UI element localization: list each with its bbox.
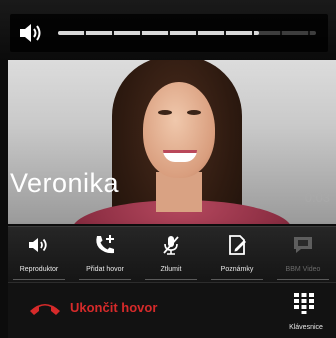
call-timer: 0:03 bbox=[304, 190, 330, 205]
caller-name-band bbox=[8, 220, 336, 224]
keypad-button[interactable]: Klávesnice bbox=[276, 283, 336, 338]
control-separator bbox=[211, 279, 263, 280]
volume-overlay bbox=[10, 14, 328, 52]
add-call-icon bbox=[96, 235, 114, 254]
caller-photo-neck bbox=[156, 172, 202, 212]
end-call-button[interactable]: Ukončit hovor bbox=[28, 293, 248, 323]
bottom-action-bar: Ukončit hovor Klávesnice bbox=[8, 282, 336, 338]
add-call-button[interactable]: Přidat hovor bbox=[74, 227, 136, 283]
volume-slider-fill bbox=[58, 31, 260, 35]
keypad-label: Klávesnice bbox=[289, 324, 323, 331]
volume-slider[interactable] bbox=[58, 31, 316, 35]
add-call-label: Přidat hovor bbox=[86, 266, 124, 273]
caller-name: Veronika bbox=[10, 168, 120, 198]
speaker-volume-icon bbox=[20, 24, 41, 42]
bbm-video-label: BBM Video bbox=[285, 266, 321, 273]
end-call-label: Ukončit hovor bbox=[70, 300, 158, 315]
mute-button[interactable]: Ztlumit bbox=[140, 227, 202, 283]
control-separator bbox=[277, 279, 329, 280]
control-separator bbox=[145, 279, 197, 280]
caller-photo-face bbox=[143, 82, 215, 178]
mute-label: Ztlumit bbox=[160, 266, 182, 273]
notes-icon bbox=[229, 235, 246, 255]
control-separator bbox=[79, 279, 131, 280]
caller-photo-eye bbox=[187, 110, 201, 115]
speaker-label: Reproduktor bbox=[19, 266, 59, 273]
hang-up-icon bbox=[30, 304, 60, 315]
call-screen: Veronika 0:03 Reproduktor Přidat hovor Z… bbox=[0, 0, 336, 338]
speaker-icon bbox=[29, 238, 47, 252]
keypad-icon bbox=[294, 293, 314, 314]
mute-microphone-icon bbox=[163, 236, 179, 255]
control-separator bbox=[13, 279, 65, 280]
speaker-button[interactable]: Reproduktor bbox=[8, 227, 70, 283]
notes-button[interactable]: Poznámky bbox=[206, 227, 268, 283]
bbm-video-button[interactable]: BBM Video bbox=[272, 227, 334, 283]
notes-label: Poznámky bbox=[220, 266, 254, 273]
caller-photo-eye bbox=[158, 110, 172, 115]
caller-photo bbox=[8, 60, 336, 224]
bbm-video-icon bbox=[294, 237, 312, 253]
call-controls: Reproduktor Přidat hovor Ztlumit Poznámk… bbox=[8, 226, 336, 282]
